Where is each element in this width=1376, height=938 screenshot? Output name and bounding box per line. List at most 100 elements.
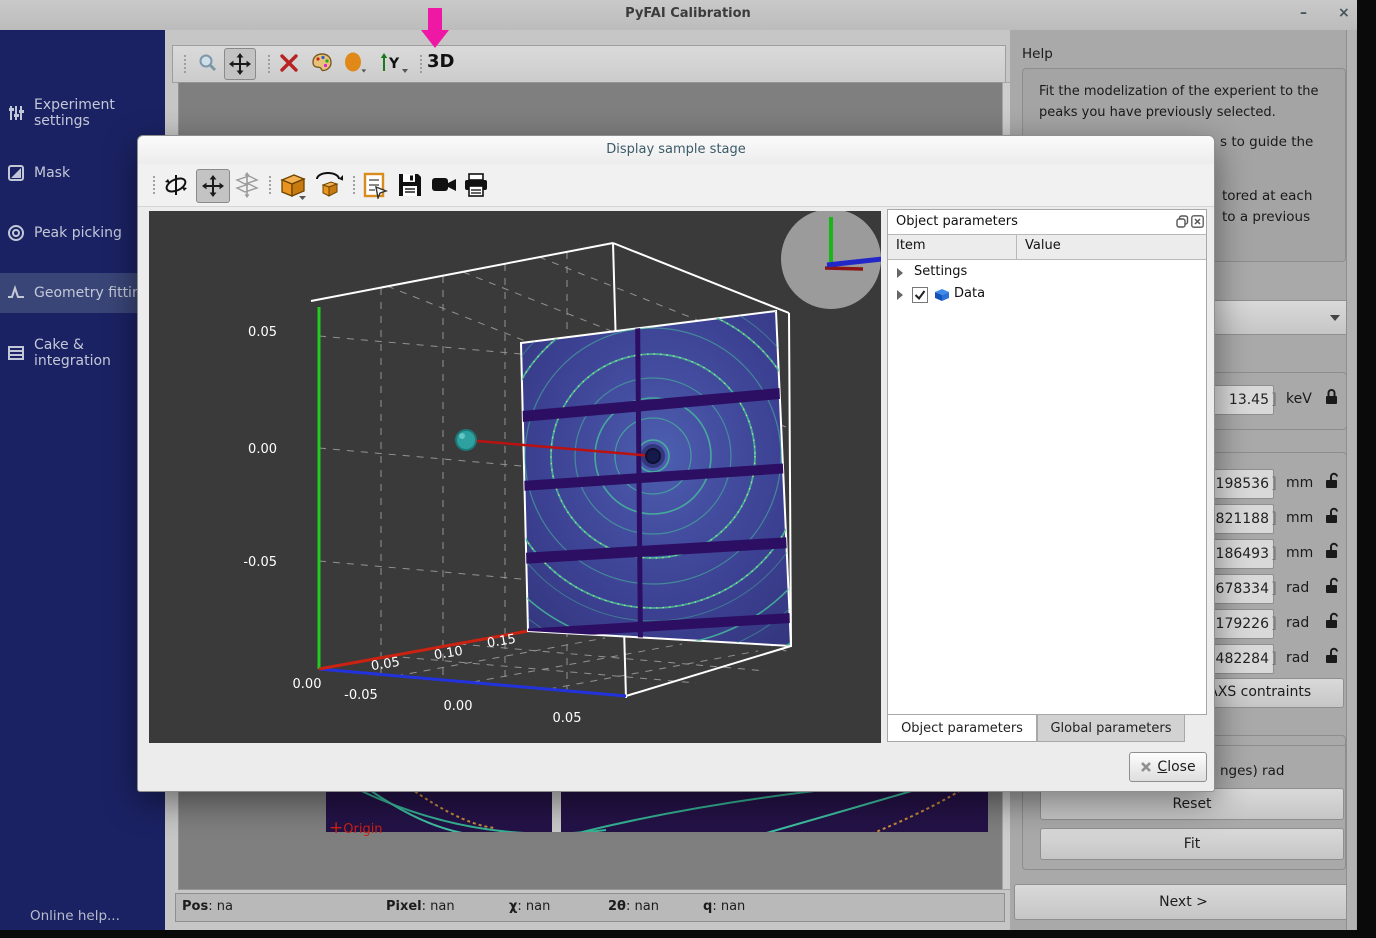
lock-open-icon[interactable] — [1324, 472, 1339, 493]
toolbar-handle[interactable] — [152, 175, 157, 195]
toolbar-handle[interactable] — [419, 54, 424, 74]
toolbar-handle[interactable] — [267, 54, 272, 74]
dialog-close-button[interactable]: Close — [1129, 752, 1207, 782]
field-spinner[interactable]: ] — [1271, 649, 1277, 667]
zoom-icon[interactable] — [193, 48, 223, 78]
z-tick: 0.00 — [444, 699, 473, 714]
reset-button[interactable]: Reset — [1040, 788, 1344, 820]
print-icon[interactable] — [460, 169, 492, 201]
next-label: Next > — [1159, 894, 1208, 910]
status-q-value: nan — [721, 899, 745, 914]
axis-y-icon[interactable]: Y — [376, 48, 412, 78]
toolbar-handle[interactable] — [352, 175, 357, 195]
field-unit: rad — [1286, 615, 1309, 631]
tree-settings-label: Settings — [914, 264, 967, 279]
reset-label: Reset — [1172, 796, 1211, 812]
help-text-fragment: tored at each — [1222, 188, 1312, 204]
orientation-indicator — [781, 211, 881, 309]
field-unit: mm — [1286, 475, 1313, 491]
save-icon[interactable] — [394, 169, 426, 201]
column-item: Item — [896, 238, 926, 253]
rings-icon — [6, 224, 26, 242]
lock-closed-icon[interactable] — [1324, 388, 1339, 409]
z-tick: -0.05 — [344, 688, 378, 703]
cube-icon[interactable] — [276, 169, 308, 201]
object-parameters-panel: Object parameters Item Value Settings Da… — [887, 209, 1207, 715]
toolbar-handle[interactable] — [268, 175, 273, 195]
online-help-link[interactable]: Online help... — [30, 908, 120, 924]
marker-icon[interactable] — [341, 48, 371, 78]
status-2theta-value: nan — [635, 899, 659, 914]
field-value: 482284 — [1216, 651, 1269, 667]
status-pos-label: Pos — [182, 899, 208, 914]
tab-object-parameters[interactable]: Object parameters — [887, 715, 1037, 742]
data-visibility-checkbox[interactable] — [912, 287, 928, 303]
field-unit: rad — [1286, 650, 1309, 666]
grid-plane-icon[interactable] — [230, 169, 262, 201]
close-button-label: Close — [1157, 759, 1195, 775]
help-text-fragment: to a previous — [1222, 209, 1310, 225]
main-toolbar: Y 3D — [172, 45, 1006, 83]
field-spinner[interactable]: ] — [1271, 614, 1277, 632]
cube-rotate-icon[interactable] — [312, 169, 344, 201]
cake-icon — [6, 344, 26, 362]
field-unit: mm — [1286, 510, 1313, 526]
pan-icon[interactable] — [196, 169, 230, 203]
expand-arrow-icon[interactable] — [896, 290, 904, 300]
y-tick: 0.00 — [248, 442, 277, 457]
chevron-down-icon — [1329, 314, 1341, 322]
copy-icon[interactable] — [360, 169, 392, 201]
column-divider[interactable] — [1016, 235, 1017, 259]
fit-button[interactable]: Fit — [1040, 828, 1344, 860]
float-panel-icon[interactable] — [1176, 215, 1189, 232]
status-2theta-label: 2θ — [608, 899, 626, 914]
delete-icon[interactable] — [274, 48, 304, 78]
dialog-titlebar[interactable]: Display sample stage — [138, 136, 1214, 165]
annotation-arrow-icon — [418, 8, 452, 52]
3d-button[interactable]: 3D — [427, 51, 454, 72]
table-header: Item Value — [888, 234, 1206, 260]
video-icon[interactable] — [428, 169, 460, 201]
field-spinner[interactable]: ] — [1271, 579, 1277, 597]
field-spinner[interactable]: ] — [1271, 509, 1277, 527]
field-spinner[interactable]: ] — [1271, 544, 1277, 562]
y-tick: 0.05 — [248, 325, 277, 340]
expand-arrow-icon[interactable] — [896, 268, 904, 278]
next-button[interactable]: Next > — [1014, 884, 1353, 920]
pan-icon[interactable] — [224, 48, 256, 80]
lock-open-icon[interactable] — [1324, 507, 1339, 528]
close-window-button[interactable]: × — [1338, 5, 1350, 21]
column-value: Value — [1025, 238, 1061, 253]
cube-data-icon — [934, 287, 950, 302]
status-pixel-label: Pixel — [386, 899, 422, 914]
sample-sphere — [456, 430, 476, 450]
field-spinner[interactable]: ] — [1271, 474, 1277, 492]
origin-marker: +Origin — [329, 818, 383, 838]
rotate-icon[interactable] — [160, 169, 192, 201]
tab-label: Object parameters — [901, 721, 1023, 736]
tab-global-parameters[interactable]: Global parameters — [1037, 715, 1185, 742]
sidebar-item-label: Peak picking — [34, 225, 122, 241]
minimize-button[interactable]: – — [1300, 5, 1307, 21]
toolbar-handle[interactable] — [183, 54, 188, 74]
lock-open-icon[interactable] — [1324, 577, 1339, 598]
sidebar-item-experiment-settings[interactable]: Experiment settings — [0, 93, 165, 133]
ranges-label-fragment: nges) rad — [1220, 763, 1284, 779]
3d-viewport[interactable]: 0.05 0.00 -0.05 0.00 -0.05 0.00 0.05 0.0… — [149, 211, 881, 743]
lock-open-icon[interactable] — [1324, 542, 1339, 563]
lock-open-icon[interactable] — [1324, 612, 1339, 633]
palette-icon[interactable] — [307, 48, 337, 78]
tree-row-settings[interactable]: Settings — [888, 262, 1206, 284]
close-panel-icon[interactable] — [1191, 215, 1204, 232]
energy-spinner[interactable]: ] — [1271, 390, 1277, 408]
y-tick: -0.05 — [243, 555, 277, 570]
right-scroll-strip[interactable] — [1346, 30, 1356, 930]
lock-open-icon[interactable] — [1324, 647, 1339, 668]
x-tick: 0.10 — [433, 644, 464, 663]
window-title: PyFAI Calibration — [0, 6, 1376, 21]
peak-curve-icon — [6, 284, 26, 302]
tree-row-data[interactable]: Data — [888, 284, 1206, 306]
fit-label: Fit — [1184, 836, 1200, 852]
field-value: 179226 — [1216, 616, 1269, 632]
status-pixel-value: nan — [430, 899, 454, 914]
